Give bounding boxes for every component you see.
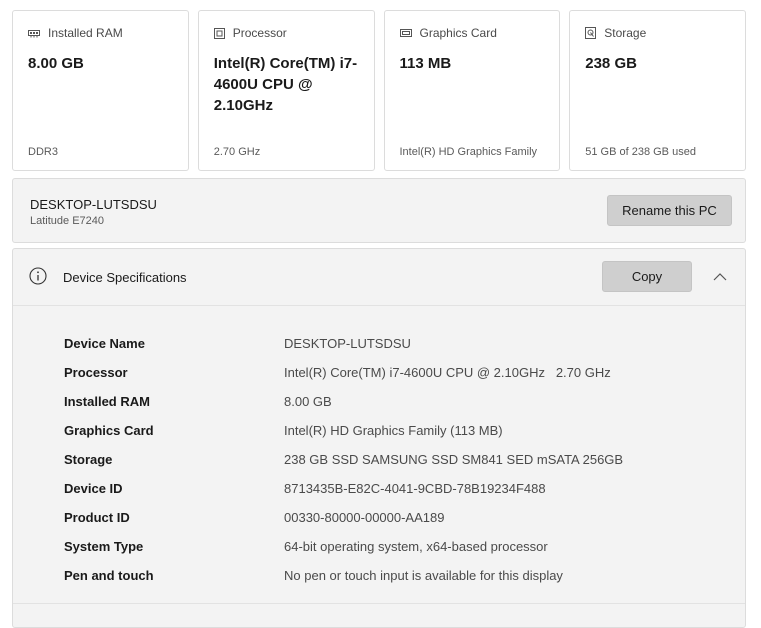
chevron-up-icon[interactable] — [713, 269, 727, 287]
spec-label: System Type — [64, 539, 144, 554]
storage-icon — [585, 27, 597, 39]
card-title: Storage — [604, 26, 647, 40]
card-header: Processor — [213, 26, 287, 40]
card-title: Installed RAM — [48, 26, 123, 40]
device-specifications-title: Device Specifications — [63, 270, 187, 285]
spec-label: Device ID — [64, 481, 123, 496]
card-footer: Intel(R) HD Graphics Family — [399, 146, 538, 158]
spec-value: DESKTOP-LUTSDSU — [284, 336, 411, 351]
rename-pc-button[interactable]: Rename this PC — [607, 195, 732, 226]
processor-icon — [213, 27, 225, 39]
spec-label: Storage — [64, 452, 113, 467]
card-header: Installed RAM — [28, 26, 123, 40]
spec-value: Intel(R) Core(TM) i7-4600U CPU @ 2.10GHz… — [284, 365, 611, 380]
spec-label: Device Name — [64, 336, 145, 351]
spec-label: Graphics Card — [64, 423, 154, 438]
graphics-card-icon — [399, 28, 412, 38]
spec-value: 00330-80000-00000-AA189 — [284, 510, 445, 525]
pc-name-row: DESKTOP-LUTSDSU Latitude E7240 Rename th… — [12, 178, 746, 243]
specification-list: Device Name DESKTOP-LUTSDSU Processor In… — [64, 329, 623, 590]
card-footer: 51 GB of 238 GB used — [585, 146, 696, 158]
memory-icon — [28, 28, 40, 38]
info-icon — [29, 267, 47, 290]
spec-row-storage: Storage 238 GB SSD SAMSUNG SSD SM841 SED… — [64, 445, 623, 474]
spec-label: Installed RAM — [64, 394, 150, 409]
card-title: Graphics Card — [419, 26, 497, 40]
spec-label: Product ID — [64, 510, 130, 525]
card-header: Storage — [585, 26, 646, 40]
hardware-summary-cards: Installed RAM 8.00 GB DDR3 Processor Int… — [12, 10, 746, 171]
spec-value: 238 GB SSD SAMSUNG SSD SM841 SED mSATA 2… — [284, 452, 624, 467]
spec-value: No pen or touch input is available for t… — [284, 568, 563, 583]
pc-name: DESKTOP-LUTSDSU — [30, 197, 157, 212]
spec-label: Pen and touch — [64, 568, 154, 583]
spec-label: Processor — [64, 365, 128, 380]
device-specifications-header[interactable]: Device Specifications Copy — [13, 249, 745, 306]
spec-row-device-name: Device Name DESKTOP-LUTSDSU — [64, 329, 623, 358]
spec-row-device-id: Device ID 8713435B-E82C-4041-9CBD-78B192… — [64, 474, 623, 503]
spec-value: 8713435B-E82C-4041-9CBD-78B19234F488 — [284, 481, 546, 496]
spec-row-graphics-card: Graphics Card Intel(R) HD Graphics Famil… — [64, 416, 623, 445]
pc-model: Latitude E7240 — [30, 215, 105, 227]
card-processor: Processor Intel(R) Core(TM) i7-4600U CPU… — [197, 10, 375, 171]
spec-value: 64-bit operating system, x64-based proce… — [284, 539, 548, 554]
card-graphics-card: Graphics Card 113 MB Intel(R) HD Graphic… — [383, 10, 561, 171]
card-value: 113 MB — [399, 55, 452, 72]
card-title: Processor — [232, 26, 287, 40]
card-header: Graphics Card — [399, 26, 497, 40]
card-installed-ram: Installed RAM 8.00 GB DDR3 — [12, 10, 189, 171]
card-value: 8.00 GB — [28, 55, 84, 72]
card-footer: DDR3 — [28, 146, 58, 158]
card-footer: 2.70 GHz — [213, 146, 261, 158]
spec-row-installed-ram: Installed RAM 8.00 GB — [64, 387, 623, 416]
spec-row-system-type: System Type 64-bit operating system, x64… — [64, 532, 623, 561]
card-value: 238 GB — [585, 55, 637, 72]
spec-row-pen-and-touch: Pen and touch No pen or touch input is a… — [64, 561, 623, 590]
device-specifications-panel: Device Specifications Copy Device Name D… — [12, 248, 746, 628]
spec-value: 8.00 GB — [284, 394, 332, 409]
divider — [13, 603, 745, 604]
card-storage: Storage 238 GB 51 GB of 238 GB used — [569, 10, 746, 171]
card-value: Intel(R) Core(TM) i7-4600U CPU @ 2.10GHz — [213, 55, 358, 114]
spec-row-processor: Processor Intel(R) Core(TM) i7-4600U CPU… — [64, 358, 623, 387]
spec-value: Intel(R) HD Graphics Family (113 MB) — [284, 423, 503, 438]
spec-row-product-id: Product ID 00330-80000-00000-AA189 — [64, 503, 623, 532]
copy-button[interactable]: Copy — [602, 261, 692, 292]
